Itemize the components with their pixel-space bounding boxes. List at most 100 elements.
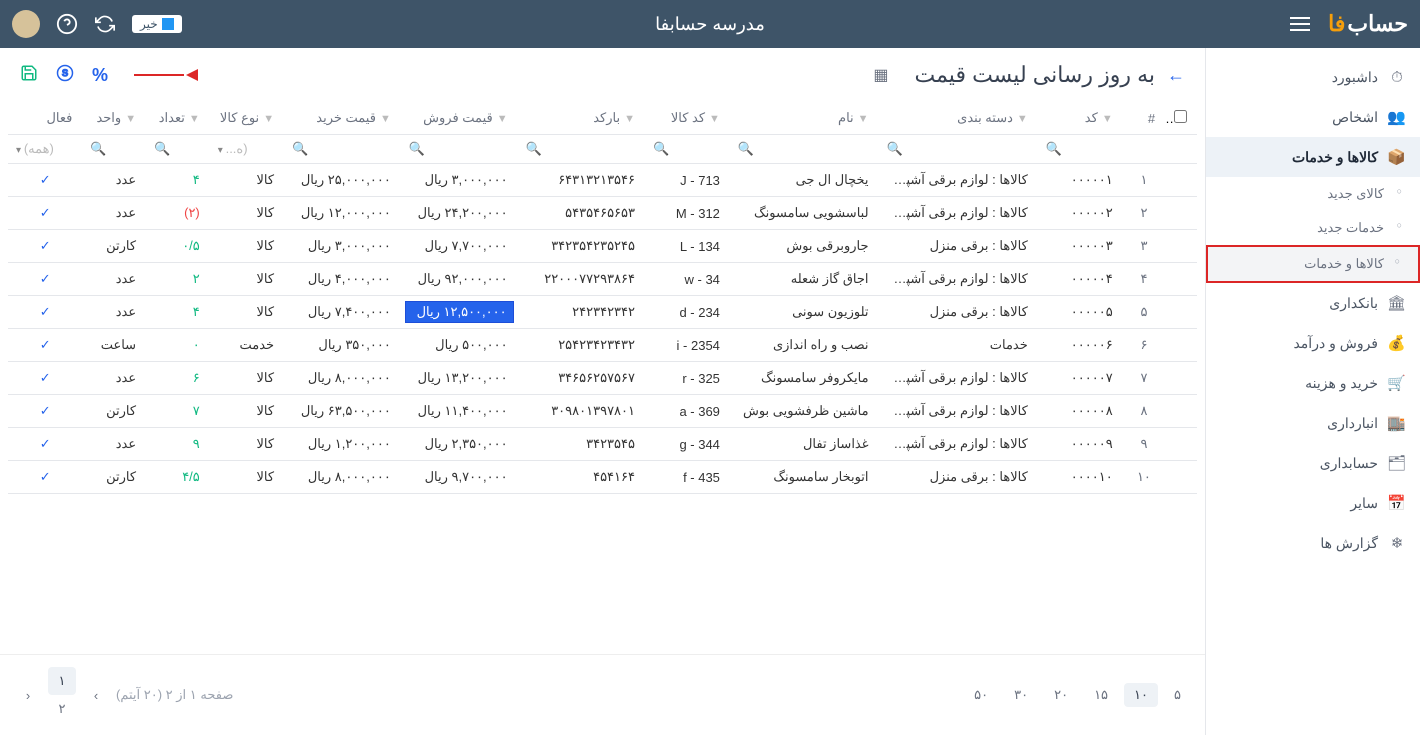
page-size-button[interactable]: ۲۰ — [1044, 683, 1078, 707]
prev-page-icon[interactable]: › — [82, 681, 110, 709]
sidebar-item[interactable]: 💰فروش و درآمد — [1206, 323, 1420, 363]
filter-code[interactable]: 🔍 — [1038, 135, 1123, 164]
row-checkbox[interactable] — [1165, 296, 1197, 329]
page-size-button[interactable]: ۱۵ — [1084, 683, 1118, 707]
cell-buy-price[interactable]: ۳,۰۰۰,۰۰۰ ریال — [284, 230, 401, 263]
filter-category[interactable]: 🔍 — [879, 135, 1038, 164]
refresh-icon[interactable] — [94, 13, 116, 35]
filter-pcode[interactable]: 🔍 — [645, 135, 730, 164]
page-size-button[interactable]: ۵ — [1164, 683, 1191, 707]
filter-qty[interactable]: 🔍 — [146, 135, 210, 164]
table-row[interactable]: ۹۰۰۰۰۰۹کالاها : لوازم برقی آشپز...غذاساز… — [8, 428, 1197, 461]
sidebar-item[interactable]: 🛒خرید و هزینه — [1206, 363, 1420, 403]
sidebar-item[interactable]: 🏛بانکداری — [1206, 283, 1420, 323]
cell-buy-price[interactable]: ۱,۲۰۰,۰۰۰ ریال — [284, 428, 401, 461]
col-sell-price[interactable]: ▼قیمت فروش — [401, 102, 518, 135]
filter-unit[interactable]: 🔍 — [82, 135, 146, 164]
filter-type[interactable]: (ه... — [210, 135, 284, 164]
sidebar-subitem[interactable]: خدمات جدید — [1206, 211, 1420, 245]
cell-pcode: J - 713 — [645, 164, 730, 197]
cell-code: ۰۰۰۰۱۰ — [1038, 461, 1123, 494]
row-checkbox[interactable] — [1165, 263, 1197, 296]
col-active[interactable]: فعال — [8, 102, 82, 135]
back-arrow-icon[interactable]: ← — [1167, 65, 1185, 86]
page-number-button[interactable]: ۱ — [48, 667, 76, 695]
sidebar-item[interactable]: 🗂حسابداری — [1206, 443, 1420, 483]
sidebar-item[interactable]: ❄گزارش ها — [1206, 523, 1420, 563]
row-checkbox[interactable] — [1165, 329, 1197, 362]
col-qty[interactable]: ▼تعداد — [146, 102, 210, 135]
col-unit[interactable]: ▼واحد — [82, 102, 146, 135]
cell-sell-price[interactable]: ۳,۰۰۰,۰۰۰ ریال — [401, 164, 518, 197]
col-idx[interactable]: # — [1123, 102, 1165, 135]
col-code[interactable]: ▼کد — [1038, 102, 1123, 135]
col-buy-price[interactable]: ▼قیمت خرید — [284, 102, 401, 135]
table-row[interactable]: ۱۰۰۰۰۰۱کالاها : لوازم برقی آشپز...یخچال … — [8, 164, 1197, 197]
cell-buy-price[interactable]: ۶۳,۵۰۰,۰۰۰ ریال — [284, 395, 401, 428]
sidebar-item[interactable]: ⏱داشبورد — [1206, 58, 1420, 97]
currency-icon[interactable]: S — [56, 64, 74, 87]
sidebar-item[interactable]: 📦کالاها و خدمات — [1206, 137, 1420, 177]
col-name[interactable]: ▼نام — [730, 102, 879, 135]
table-row[interactable]: ۳۰۰۰۰۰۳کالاها : برقی منزلجاروبرقی بوشL -… — [8, 230, 1197, 263]
table-row[interactable]: ۶۰۰۰۰۰۶خدماتنصب و راه اندازیi - 2354۲۵۴۲… — [8, 329, 1197, 362]
cell-sell-price[interactable]: ۹۲,۰۰۰,۰۰۰ ریال — [401, 263, 518, 296]
sidebar-item[interactable]: 📅سایر — [1206, 483, 1420, 523]
row-checkbox[interactable] — [1165, 230, 1197, 263]
save-icon[interactable] — [20, 64, 38, 87]
table-row[interactable]: ۵۰۰۰۰۰۵کالاها : برقی منزلتلوزیون سونیd -… — [8, 296, 1197, 329]
table-row[interactable]: ۸۰۰۰۰۰۸کالاها : لوازم برقی آشپز...ماشین … — [8, 395, 1197, 428]
row-checkbox[interactable] — [1165, 428, 1197, 461]
page-number-button[interactable]: ۲ — [48, 695, 76, 723]
cell-buy-price[interactable]: ۸,۰۰۰,۰۰۰ ریال — [284, 461, 401, 494]
cell-category: کالاها : لوازم برقی آشپز... — [879, 164, 1038, 197]
percent-icon[interactable]: % — [92, 65, 108, 86]
cell-sell-price[interactable]: ۱۱,۴۰۰,۰۰۰ ریال — [401, 395, 518, 428]
sidebar-item[interactable]: 🏬انبارداری — [1206, 403, 1420, 443]
table-row[interactable]: ۷۰۰۰۰۰۷کالاها : لوازم برقی آشپز...مایکرو… — [8, 362, 1197, 395]
table-row[interactable]: ۱۰۰۰۰۰۱۰کالاها : برقی منزلاتوبخار سامسون… — [8, 461, 1197, 494]
cell-sell-price[interactable]: ۲,۳۵۰,۰۰۰ ریال — [401, 428, 518, 461]
cell-buy-price[interactable]: ۳۵۰,۰۰۰ ریال — [284, 329, 401, 362]
col-checkbox[interactable] — [1165, 102, 1197, 135]
col-type[interactable]: ▼نوع کالا — [210, 102, 284, 135]
col-barcode[interactable]: ▼بارکد — [518, 102, 645, 135]
sidebar-subitem[interactable]: کالاها و خدمات — [1206, 245, 1420, 283]
cell-sell-price[interactable]: ۲۴,۲۰۰,۰۰۰ ریال — [401, 197, 518, 230]
avatar[interactable] — [12, 10, 40, 38]
filter-active[interactable]: (همه) — [8, 135, 82, 164]
filter-sell[interactable]: 🔍 — [401, 135, 518, 164]
sidebar-item[interactable]: 👥اشخاص — [1206, 97, 1420, 137]
cell-sell-price[interactable]: ۹,۷۰۰,۰۰۰ ریال — [401, 461, 518, 494]
cell-sell-price[interactable]: ۷,۷۰۰,۰۰۰ ریال — [401, 230, 518, 263]
hamburger-menu-icon[interactable] — [1290, 17, 1310, 31]
cell-buy-price[interactable]: ۷,۴۰۰,۰۰۰ ریال — [284, 296, 401, 329]
col-category[interactable]: ▼دسته بندی — [879, 102, 1038, 135]
row-checkbox[interactable] — [1165, 164, 1197, 197]
cell-sell-price[interactable]: ۵۰۰,۰۰۰ ریال — [401, 329, 518, 362]
filter-barcode[interactable]: 🔍 — [518, 135, 645, 164]
cell-sell-price[interactable]: ۱۲,۵۰۰,۰۰۰ ریال — [401, 296, 518, 329]
table-row[interactable]: ۲۰۰۰۰۰۲کالاها : لوازم برقی آشپز...لباسشو… — [8, 197, 1197, 230]
sidebar-subitem[interactable]: کالای جدید — [1206, 177, 1420, 211]
next-page-icon[interactable]: ‹ — [14, 681, 42, 709]
toggle-badge[interactable]: خیر — [132, 15, 182, 33]
col-product-code[interactable]: ▼کد کالا — [645, 102, 730, 135]
filter-name[interactable]: 🔍 — [730, 135, 879, 164]
cell-buy-price[interactable]: ۲۵,۰۰۰,۰۰۰ ریال — [284, 164, 401, 197]
page-size-button[interactable]: ۳۰ — [1004, 683, 1038, 707]
row-checkbox[interactable] — [1165, 362, 1197, 395]
cell-buy-price[interactable]: ۴,۰۰۰,۰۰۰ ریال — [284, 263, 401, 296]
cell-buy-price[interactable]: ۸,۰۰۰,۰۰۰ ریال — [284, 362, 401, 395]
filter-buy[interactable]: 🔍 — [284, 135, 401, 164]
row-checkbox[interactable] — [1165, 395, 1197, 428]
row-checkbox[interactable] — [1165, 197, 1197, 230]
row-checkbox[interactable] — [1165, 461, 1197, 494]
page-size-button[interactable]: ۱۰ — [1124, 683, 1158, 707]
cell-buy-price[interactable]: ۱۲,۰۰۰,۰۰۰ ریال — [284, 197, 401, 230]
help-icon[interactable] — [56, 13, 78, 35]
table-row[interactable]: ۴۰۰۰۰۰۴کالاها : لوازم برقی آشپز...اجاق گ… — [8, 263, 1197, 296]
cell-sell-price[interactable]: ۱۳,۲۰۰,۰۰۰ ریال — [401, 362, 518, 395]
columns-icon[interactable]: ▦ — [873, 65, 888, 85]
page-size-button[interactable]: ۵۰ — [964, 683, 998, 707]
